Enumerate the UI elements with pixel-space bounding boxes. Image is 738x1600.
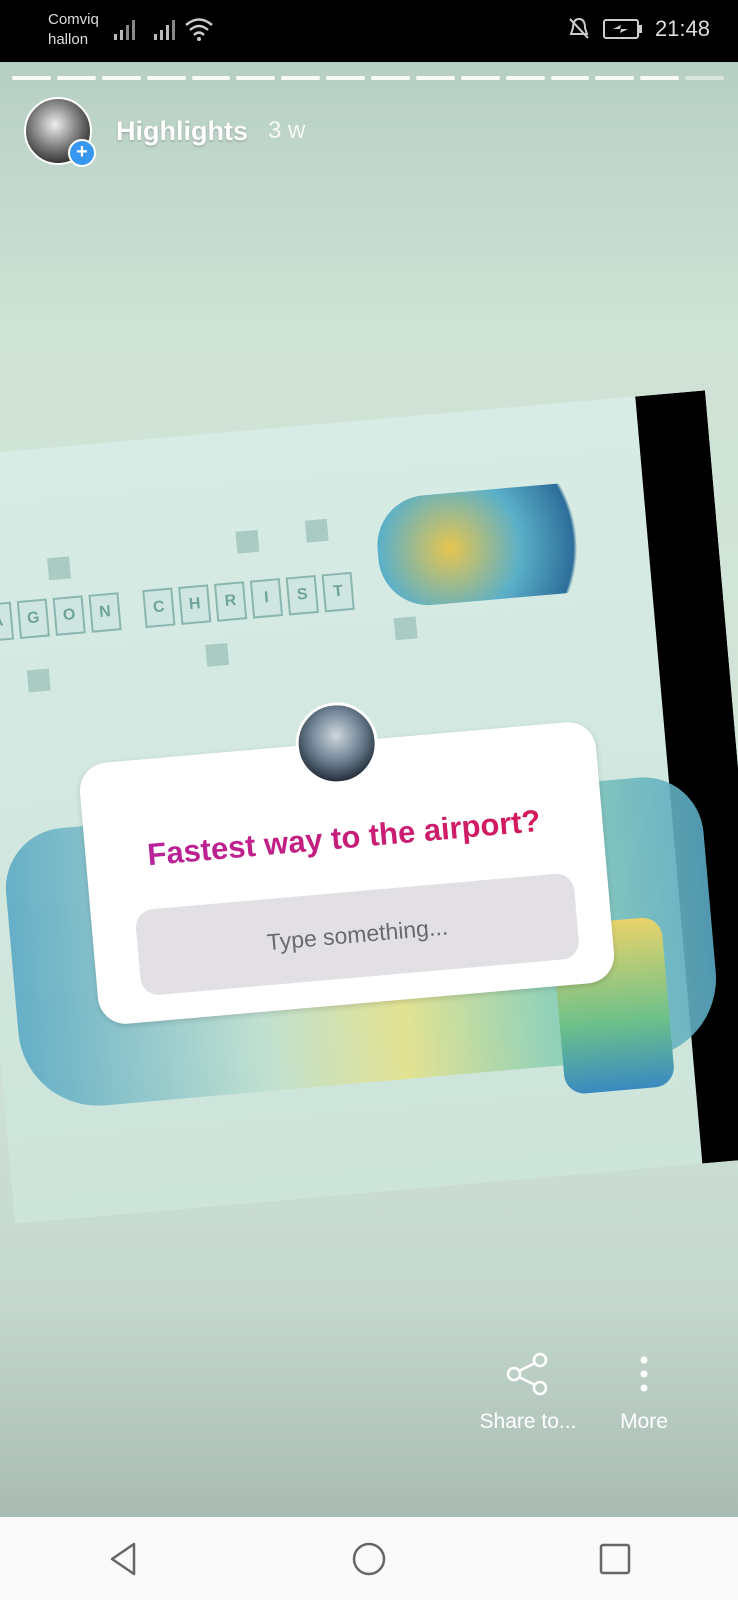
carrier-line1: Comviq: [48, 11, 99, 28]
clock: 21:48: [654, 16, 710, 41]
carrier-label: Comviq hallon: [48, 10, 99, 50]
more-label: More: [620, 1410, 668, 1433]
question-sticker[interactable]: Fastest way to the airport? Type somethi…: [77, 698, 617, 1027]
battery-icon: [602, 19, 642, 39]
carrier-line2: hallon: [48, 31, 89, 48]
share-label: Share to...: [479, 1410, 577, 1433]
add-icon[interactable]: +: [68, 139, 96, 167]
recents-button[interactable]: [585, 1529, 645, 1589]
back-icon: [110, 1542, 136, 1575]
more-icon: [640, 1356, 648, 1392]
question-text: Fastest way to the airport?: [84, 798, 603, 879]
wifi-icon: [185, 18, 213, 41]
status-bar: Comviq hallon 21:48: [0, 0, 738, 62]
mute-icon: [569, 17, 589, 39]
answer-input[interactable]: Type something...: [134, 872, 581, 997]
story-header: + Highlights 3 w: [24, 97, 306, 167]
share-icon: [506, 1352, 548, 1396]
story-progress-bar: [12, 76, 724, 80]
story-title[interactable]: Highlights: [116, 116, 248, 147]
profile-avatar[interactable]: +: [24, 97, 96, 167]
story-age: 3 w: [267, 117, 306, 144]
story-view[interactable]: + Highlights 3 w A G O N C H R I S T Fas…: [0, 62, 738, 1517]
share-button[interactable]: Share to...: [478, 1352, 578, 1434]
home-button[interactable]: [339, 1529, 399, 1589]
recents-icon: [599, 1543, 631, 1574]
navigation-bar: [0, 1517, 738, 1600]
graffiti-art: [373, 478, 622, 610]
signal-icon: [154, 20, 175, 40]
home-icon: [352, 1542, 386, 1575]
more-button[interactable]: More: [610, 1352, 678, 1434]
signal-icon: [114, 20, 135, 40]
back-button[interactable]: [93, 1529, 153, 1589]
